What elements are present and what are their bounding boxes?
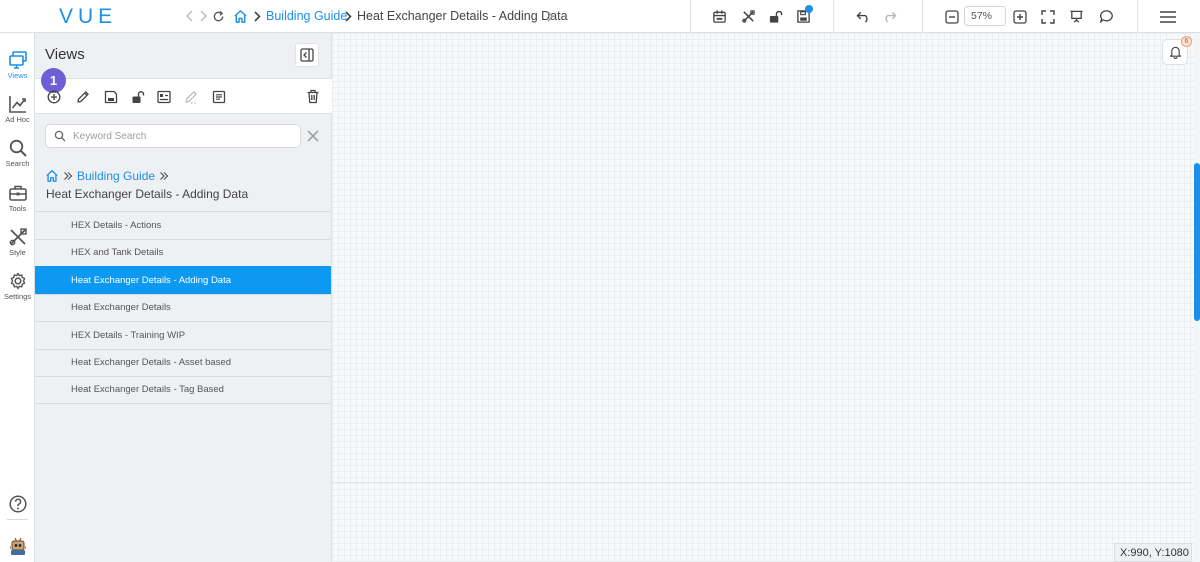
rail-item-label: Ad Hoc xyxy=(5,115,30,124)
pencil-icon xyxy=(76,90,89,103)
gear-icon xyxy=(8,271,28,291)
zoom-in-icon[interactable] xyxy=(1011,8,1028,25)
save-icon xyxy=(104,90,117,103)
menu-hamburger-icon[interactable] xyxy=(1158,8,1178,25)
fit-screen-icon[interactable] xyxy=(1039,8,1056,25)
view-list-item[interactable]: Heat Exchanger Details - Asset based xyxy=(35,348,331,377)
trash-icon xyxy=(307,89,318,104)
notification-count-badge: 6 xyxy=(1181,36,1192,47)
view-list-item[interactable]: HEX Details - Actions xyxy=(35,211,331,239)
keyword-search-box xyxy=(45,124,301,148)
add-view-button[interactable] xyxy=(45,88,62,105)
zoom-level-field[interactable]: 57% xyxy=(964,6,1006,26)
panel-current-view: Heat Exchanger Details - Adding Data xyxy=(46,187,249,201)
comment-icon[interactable] xyxy=(1098,8,1115,25)
views-list: HEX Details - Actions HEX and Tank Detail… xyxy=(35,211,331,404)
top-bar: VUE Building Guide Heat Exchanger Detail… xyxy=(0,0,1200,33)
home-icon[interactable] xyxy=(232,8,248,24)
unlock-icon xyxy=(132,90,144,103)
breadcrumb-chevron-icon xyxy=(340,8,356,24)
rail-divider xyxy=(7,519,28,520)
redo-icon[interactable] xyxy=(881,8,898,25)
breadcrumb-more-chevron-icon[interactable] xyxy=(542,8,558,24)
rail-item-label: Style xyxy=(9,248,26,257)
user-avatar[interactable] xyxy=(0,536,35,556)
rail-item-label: Tools xyxy=(8,204,27,213)
canvas-page-boundary xyxy=(332,482,1192,483)
properties-icon xyxy=(156,90,171,103)
view-list-item[interactable]: Heat Exchanger Details xyxy=(35,293,331,322)
double-chevron-icon xyxy=(64,172,73,180)
notes-icon xyxy=(212,90,225,103)
disabled-edit-icon xyxy=(184,90,197,104)
keyword-search-input[interactable] xyxy=(73,128,293,144)
view-list-item[interactable]: Heat Exchanger Details - Tag Based xyxy=(35,376,331,404)
toolbar-divider xyxy=(690,0,691,33)
views-panel: Views 1 Keyword Search Building Guide He… xyxy=(35,33,332,562)
breadcrumb-current: Heat Exchanger Details - Adding Data xyxy=(357,9,568,23)
clear-search-icon[interactable] xyxy=(306,129,320,143)
unsaved-dot xyxy=(805,5,813,13)
rail-item-ad-hoc[interactable]: Ad Hoc xyxy=(0,94,35,124)
rail-item-settings[interactable]: Settings xyxy=(0,271,35,301)
toolbar-divider xyxy=(1137,0,1138,33)
home-icon[interactable] xyxy=(45,169,59,183)
rail-item-search[interactable]: Search xyxy=(0,138,35,168)
search-icon xyxy=(54,130,66,142)
robot-avatar-icon xyxy=(8,536,28,556)
rail-item-label: Settings xyxy=(3,292,32,301)
add-circle-icon xyxy=(47,90,60,103)
rail-item-tools[interactable]: Tools xyxy=(0,183,35,213)
view-list-item[interactable]: HEX Details - Training WIP xyxy=(35,321,331,349)
vertical-scrollbar-thumb[interactable] xyxy=(1194,163,1200,321)
forward-icon[interactable] xyxy=(195,8,211,24)
undo-icon[interactable] xyxy=(855,8,872,25)
presentation-icon[interactable] xyxy=(1068,8,1085,25)
save-view-button[interactable] xyxy=(102,88,119,105)
unlock-view-button[interactable] xyxy=(129,88,146,105)
style-icon xyxy=(8,227,28,247)
search-icon xyxy=(8,138,28,158)
app-logo: VUE xyxy=(59,5,118,28)
views-icon xyxy=(8,50,28,70)
toolbox-icon xyxy=(8,183,28,203)
zoom-out-icon[interactable] xyxy=(943,8,960,25)
rail-item-style[interactable]: Style xyxy=(0,227,35,257)
cursor-coordinates: X:990, Y:1080 xyxy=(1114,543,1192,562)
breadcrumb-parent-link[interactable]: Building Guide xyxy=(266,9,347,23)
panel-title: Views xyxy=(45,46,85,63)
panel-breadcrumb-parent-link[interactable]: Building Guide xyxy=(77,169,155,183)
edit-view-button[interactable] xyxy=(74,88,91,105)
help-button[interactable] xyxy=(0,494,35,514)
refresh-icon[interactable] xyxy=(210,8,226,24)
panel-breadcrumb: Building Guide xyxy=(45,169,169,183)
toolbar-divider xyxy=(833,0,834,33)
view-list-item[interactable]: Heat Exchanger Details - Adding Data xyxy=(35,266,331,294)
rail-item-label: Search xyxy=(5,159,30,168)
views-toolbar: 1 xyxy=(35,68,332,114)
toolbar-divider xyxy=(922,0,923,33)
help-icon xyxy=(8,494,28,514)
rail-item-label: Views xyxy=(7,71,28,80)
tools-cross-icon[interactable] xyxy=(740,8,757,25)
view-properties-button[interactable] xyxy=(155,88,172,105)
double-chevron-icon xyxy=(160,172,169,180)
view-list-item[interactable]: HEX and Tank Details xyxy=(35,238,331,267)
left-rail: Views Ad Hoc Search Tools Style Settings xyxy=(0,33,35,562)
breadcrumb-chevron-icon xyxy=(249,8,265,24)
calendar-icon[interactable] xyxy=(711,8,728,25)
bell-icon xyxy=(1169,46,1181,59)
save-icon[interactable] xyxy=(795,5,813,25)
chart-icon xyxy=(8,94,28,114)
rail-item-views[interactable]: Views xyxy=(0,50,35,80)
collapse-panel-button[interactable] xyxy=(295,43,319,67)
unlock-icon[interactable] xyxy=(767,8,784,25)
view-canvas[interactable]: 6 X:990, Y:1080 xyxy=(332,33,1200,562)
delete-view-button[interactable] xyxy=(304,88,321,105)
view-notes-button[interactable] xyxy=(210,88,227,105)
collapse-panel-icon xyxy=(300,48,314,62)
rename-view-button[interactable] xyxy=(182,88,199,105)
